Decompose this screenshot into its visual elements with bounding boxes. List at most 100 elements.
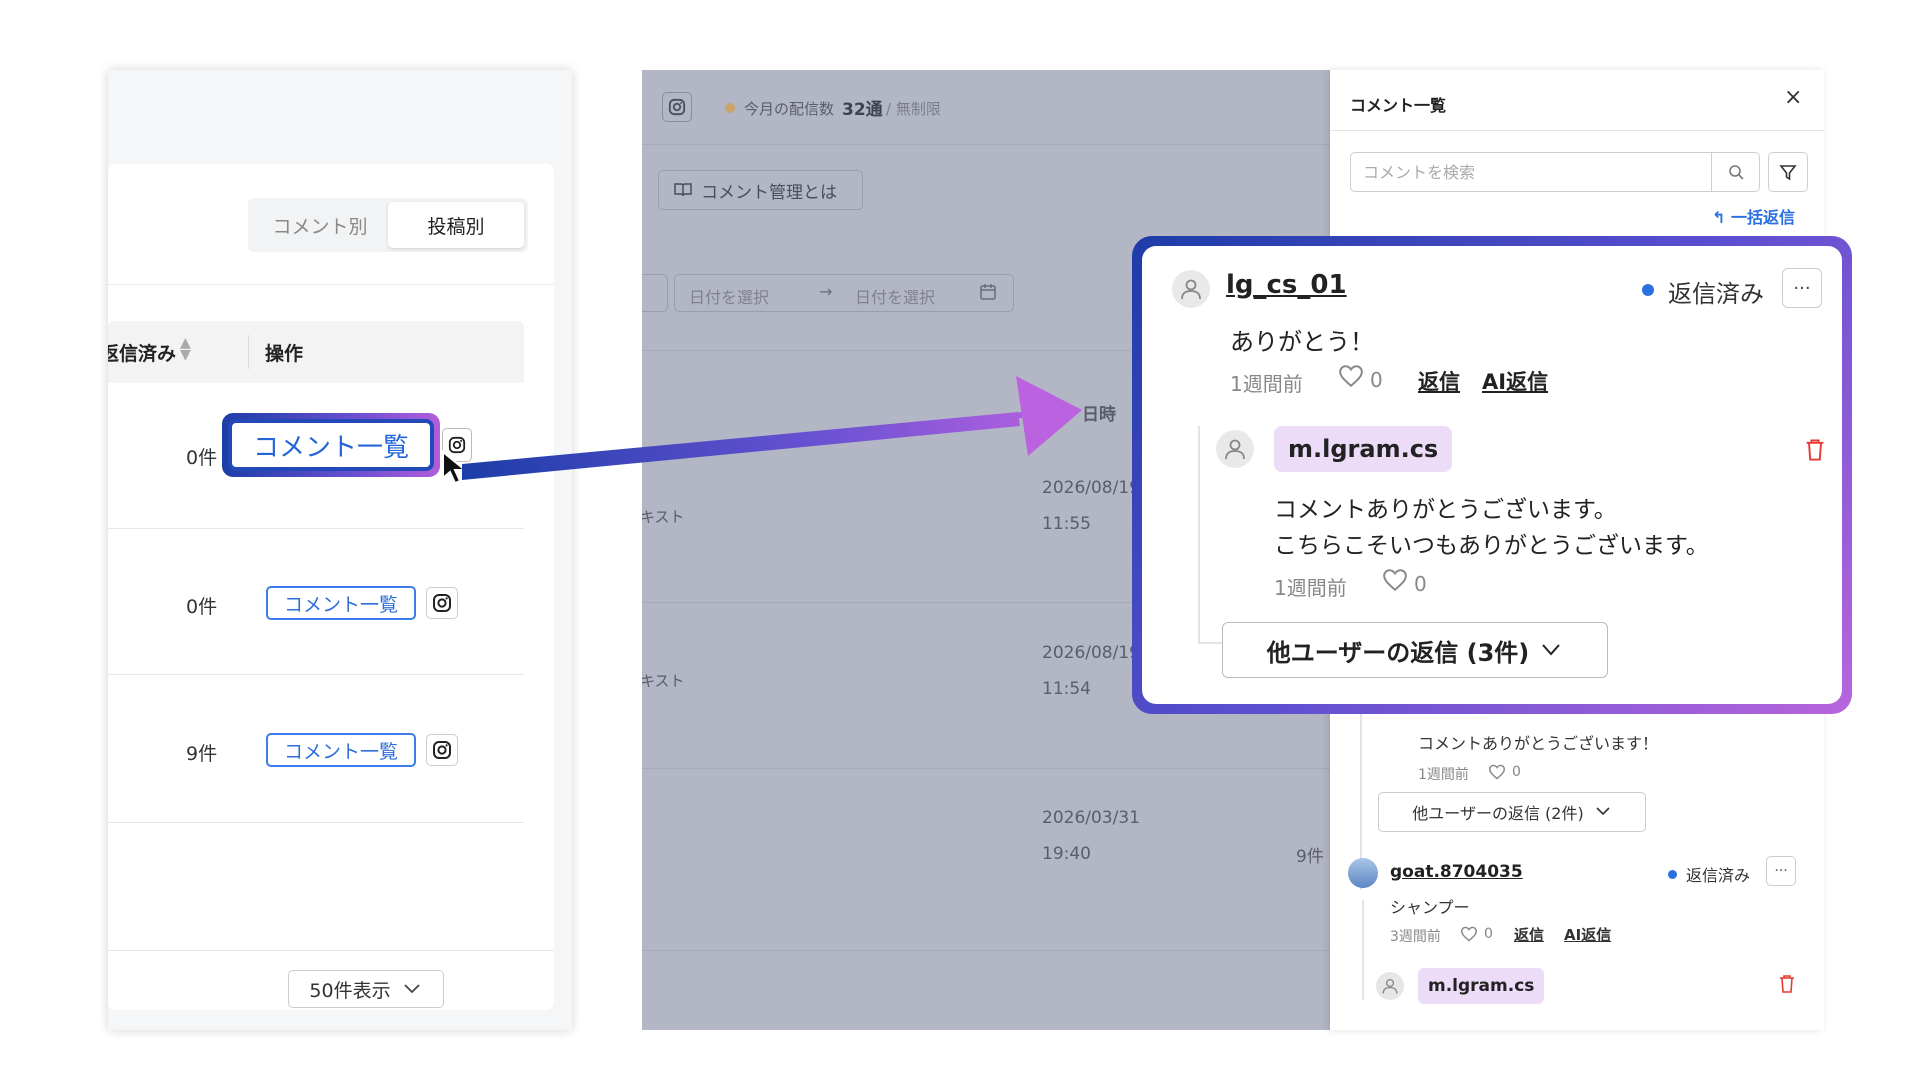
row-text: キスト: [642, 508, 685, 526]
comment-list-button-highlighted[interactable]: コメント一覧: [228, 419, 434, 471]
row-comment-count: 9件: [186, 743, 218, 765]
more-options-button[interactable]: ···: [1766, 856, 1796, 886]
page-size-select[interactable]: 50件表示: [288, 970, 444, 1008]
reply-likes: 0: [1414, 572, 1427, 596]
zoom-callout: lg_cs_01 返信済み ··· ありがとう！ 1週間前 0 返信 AI返信 …: [1142, 246, 1842, 704]
divider: [642, 144, 1330, 145]
reply-likes: 0: [1512, 764, 1521, 780]
status-dot: [1642, 284, 1654, 296]
post-list-card: コメント別 投稿別 返信済み ▲ ▼ 操作 0件 0件 コメント一覧 9件 コメン…: [108, 164, 554, 1010]
comment-list-button[interactable]: コメント一覧: [266, 586, 416, 620]
row-comment-count: 0件: [186, 447, 218, 469]
close-icon[interactable]: ×: [1784, 85, 1802, 110]
user-avatar-icon: [1181, 279, 1201, 300]
date-to[interactable]: 日付を選択: [855, 284, 935, 308]
filter-button[interactable]: [1768, 152, 1808, 192]
instagram-icon: [668, 98, 686, 116]
reply-arrow-icon: ↰: [1712, 208, 1731, 227]
avatar: [1216, 430, 1254, 468]
comment-likes: 0: [1370, 368, 1383, 392]
comment-likes: 0: [1484, 926, 1493, 942]
heart-icon[interactable]: [1488, 764, 1506, 780]
reply-username: m.lgram.cs: [1418, 968, 1545, 1004]
others-replies-button[interactable]: 他ユーザーの返信 (3件): [1222, 622, 1608, 678]
column-separator: [248, 335, 249, 369]
toggle-by-post[interactable]: 投稿別: [388, 202, 524, 248]
instagram-icon: [433, 594, 451, 612]
date-arrow: →: [819, 282, 833, 301]
instagram-button[interactable]: [662, 92, 692, 122]
row-time: 11:54: [1042, 679, 1091, 699]
delivery-label: 今月の配信数: [744, 100, 835, 118]
instagram-button[interactable]: [426, 587, 458, 619]
status-badge: 返信済み: [1668, 280, 1764, 308]
column-date[interactable]: 日時: [1082, 400, 1116, 425]
row-divider: [108, 674, 524, 675]
trash-icon[interactable]: [1804, 438, 1826, 462]
reply-text: こちらこそいつもありがとうございます。: [1274, 533, 1709, 559]
comment-time: 1週間前: [1230, 372, 1303, 396]
heart-icon[interactable]: [1460, 926, 1478, 942]
column-ops: 操作: [265, 343, 304, 365]
delivery-limit: / 無制限: [886, 100, 941, 118]
filter-select[interactable]: [642, 274, 668, 312]
bulk-reply-link[interactable]: ↰ 一括返信: [1712, 204, 1795, 228]
row-datetime: 2026/08/19 11:55: [1042, 470, 1140, 542]
heart-icon[interactable]: [1382, 568, 1408, 592]
post-list-panel: コメント別 投稿別 返信済み ▲ ▼ 操作 0件 0件 コメント一覧 9件 コメン…: [108, 70, 572, 1030]
reply-time: 1週間前: [1274, 576, 1347, 600]
avatar[interactable]: [1348, 858, 1378, 888]
chevron-down-icon: [403, 984, 420, 994]
heart-icon[interactable]: [1338, 364, 1364, 388]
row-text: キスト: [642, 672, 685, 690]
reply-time: 1週間前: [1418, 767, 1469, 783]
others-replies-label: 他ユーザーの返信 (3件): [1266, 638, 1530, 667]
reply-link[interactable]: 返信: [1514, 924, 1544, 945]
others-replies-button[interactable]: 他ユーザーの返信 (2件): [1378, 792, 1646, 832]
avatar: [1376, 972, 1404, 1000]
thread-line: [1198, 426, 1200, 644]
table-header: 返信済み ▲ ▼ 操作: [108, 321, 524, 383]
page-size-label: 50件表示: [309, 979, 391, 1002]
user-avatar-icon: [1382, 978, 1398, 994]
search-icon: [1728, 165, 1744, 180]
row-divider: [108, 822, 524, 823]
help-button[interactable]: コメント管理とは: [658, 170, 863, 210]
status-dot: [1668, 870, 1677, 879]
row-datetime: 2026/03/31 19:40: [1042, 800, 1140, 872]
drawer-title: コメント一覧: [1350, 96, 1447, 115]
row-date: 2026/08/19: [1042, 478, 1140, 498]
trash-icon[interactable]: [1778, 974, 1796, 994]
instagram-button[interactable]: [426, 734, 458, 766]
filter-icon: [1779, 165, 1797, 181]
row-comment-count: 9件: [1296, 847, 1324, 867]
others-replies-label: 他ユーザーの返信 (2件): [1412, 804, 1584, 823]
more-options-button[interactable]: ···: [1782, 268, 1822, 308]
date-range-picker[interactable]: 日付を選択 → 日付を選択: [674, 274, 1014, 312]
ai-reply-link[interactable]: AI返信: [1564, 924, 1611, 945]
row-divider: [642, 768, 1330, 769]
status-dot: [725, 103, 735, 113]
sort-icon[interactable]: ▲ ▼: [180, 336, 191, 362]
column-replied[interactable]: 返信済み: [108, 339, 176, 366]
book-icon: [674, 183, 692, 197]
row-divider: [108, 528, 524, 529]
search-input[interactable]: [1351, 153, 1711, 191]
comment-text: シャンプー: [1390, 898, 1470, 917]
divider: [108, 950, 554, 951]
help-button-label: コメント管理とは: [701, 182, 837, 203]
comment-username[interactable]: lg_cs_01: [1226, 270, 1347, 300]
comment-list-button[interactable]: コメント一覧: [266, 733, 416, 767]
reply-link[interactable]: 返信: [1418, 366, 1460, 396]
date-from[interactable]: 日付を選択: [689, 284, 769, 308]
chevron-down-icon: [1542, 644, 1560, 656]
comment-username[interactable]: goat.8704035: [1390, 862, 1523, 882]
row-comment-count: 0件: [186, 596, 218, 618]
toggle-by-comment[interactable]: コメント別: [252, 202, 388, 248]
ai-reply-link[interactable]: AI返信: [1482, 366, 1548, 396]
avatar[interactable]: [1172, 270, 1210, 308]
search-button[interactable]: [1711, 153, 1759, 191]
reply-text: コメントありがとうございます。: [1274, 497, 1617, 523]
comment-time: 3週間前: [1390, 929, 1441, 945]
calendar-icon[interactable]: [979, 283, 997, 301]
